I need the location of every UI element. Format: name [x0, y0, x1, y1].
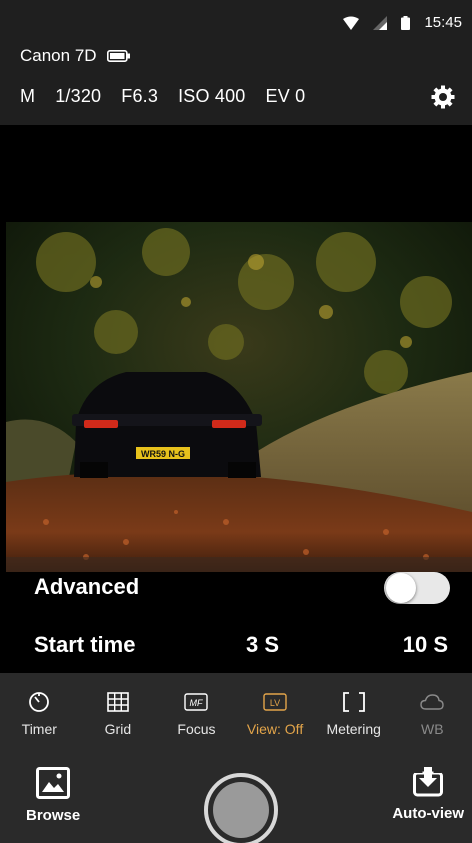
svg-text:LV: LV: [270, 698, 280, 708]
timer-icon: [28, 691, 50, 713]
gallery-icon: [36, 767, 71, 799]
download-tray-icon: [413, 767, 444, 797]
advanced-label: Advanced: [34, 574, 140, 599]
lv-icon: LV: [263, 691, 287, 713]
wifi-icon: [343, 16, 360, 30]
ev-value[interactable]: EV 0: [266, 86, 306, 107]
shutter-value[interactable]: 1/320: [55, 86, 101, 107]
camera-controls: Timer Grid MF Focus LV View: Off Meterin…: [0, 673, 472, 843]
svg-text:MF: MF: [190, 698, 203, 708]
camera-info: Canon 7D: [20, 46, 131, 66]
tool-focus[interactable]: MF Focus: [157, 691, 236, 751]
metering-icon: [342, 691, 366, 713]
tool-label: Timer: [21, 721, 57, 737]
mf-icon: MF: [184, 691, 209, 713]
cloud-icon: [420, 691, 444, 713]
iso-value[interactable]: ISO 400: [178, 86, 245, 107]
tool-label: View: Off: [246, 721, 304, 737]
status-time: 15:45: [424, 14, 462, 31]
shutter-inner: [213, 782, 269, 838]
tool-label: Grid: [104, 721, 132, 737]
camera-name: Canon 7D: [20, 46, 97, 65]
live-view-image[interactable]: WR59 N-G: [6, 222, 472, 572]
viewfinder-band: [0, 125, 472, 222]
tool-metering[interactable]: Metering: [314, 691, 393, 751]
top-bar: 15:45 Canon 7D M 1/320 F6.3 ISO 400 EV 0: [0, 0, 472, 125]
signal-icon: [373, 15, 388, 30]
tool-bar: Timer Grid MF Focus LV View: Off Meterin…: [0, 691, 472, 751]
status-bar: 15:45: [343, 14, 462, 31]
start-time-label: Start time: [34, 632, 136, 657]
shutter-button[interactable]: [204, 773, 278, 843]
end-time-value[interactable]: 10 S: [403, 632, 448, 658]
advanced-panel: Advanced Start time 3 S 10 S: [0, 572, 472, 673]
exposure-settings: M 1/320 F6.3 ISO 400 EV 0: [20, 86, 305, 107]
battery-status-icon: [401, 15, 411, 30]
license-plate: WR59 N-G: [141, 449, 185, 459]
grid-icon: [107, 691, 129, 713]
start-time-value[interactable]: 3 S: [246, 632, 279, 658]
auto-view-button[interactable]: Auto-view: [392, 767, 464, 822]
tool-grid[interactable]: Grid: [79, 691, 158, 751]
mode-value[interactable]: M: [20, 86, 35, 107]
gear-icon[interactable]: [430, 84, 456, 110]
tool-wb[interactable]: WB: [393, 691, 472, 751]
tool-label: Focus: [177, 721, 216, 737]
tool-timer[interactable]: Timer: [0, 691, 79, 751]
advanced-toggle[interactable]: [384, 572, 450, 604]
browse-button[interactable]: Browse: [26, 767, 80, 824]
battery-icon: [106, 50, 131, 62]
auto-view-label: Auto-view: [392, 805, 464, 822]
tool-label: WB: [420, 721, 444, 737]
aperture-value[interactable]: F6.3: [121, 86, 158, 107]
browse-label: Browse: [26, 807, 81, 824]
toggle-knob: [386, 573, 416, 603]
tool-view[interactable]: LV View: Off: [236, 691, 315, 751]
tool-label: Metering: [326, 721, 381, 737]
